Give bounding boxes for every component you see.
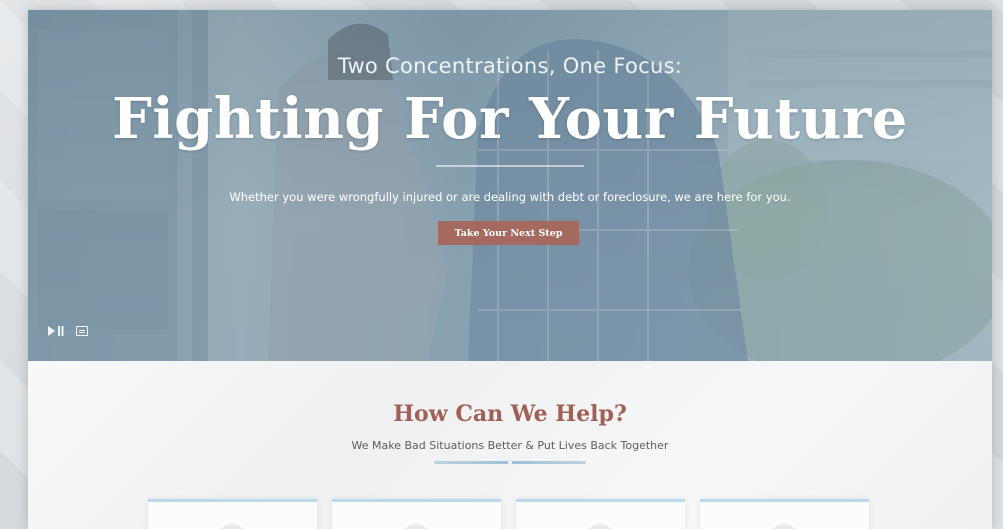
video-controls [48, 326, 88, 336]
hero-subtitle: Whether you were wrongfully injured or a… [229, 190, 791, 204]
service-icon [586, 524, 614, 529]
service-icon [218, 524, 246, 529]
how-can-we-help-section: How Can We Help? We Make Bad Situations … [28, 361, 992, 529]
service-cards [148, 499, 869, 529]
section-subtitle: We Make Bad Situations Better & Put Live… [351, 439, 669, 452]
hero-video-section: Two Concentrations, One Focus: Fighting … [28, 10, 992, 361]
service-card[interactable] [700, 499, 869, 529]
section-title: How Can We Help? [393, 401, 627, 427]
service-card[interactable] [332, 499, 501, 529]
website-page: Two Concentrations, One Focus: Fighting … [28, 10, 992, 529]
captions-icon[interactable] [76, 326, 88, 336]
hero-title: Fighting For Your Future [112, 86, 908, 152]
play-pause-icon[interactable] [48, 326, 64, 336]
hero-divider [436, 165, 584, 167]
take-next-step-button[interactable]: Take Your Next Step [438, 221, 579, 245]
service-icon [770, 524, 798, 529]
service-card[interactable] [148, 499, 317, 529]
section-divider [434, 460, 586, 465]
hero-eyebrow: Two Concentrations, One Focus: [337, 54, 683, 78]
service-card[interactable] [516, 499, 685, 529]
service-icon [402, 524, 430, 529]
